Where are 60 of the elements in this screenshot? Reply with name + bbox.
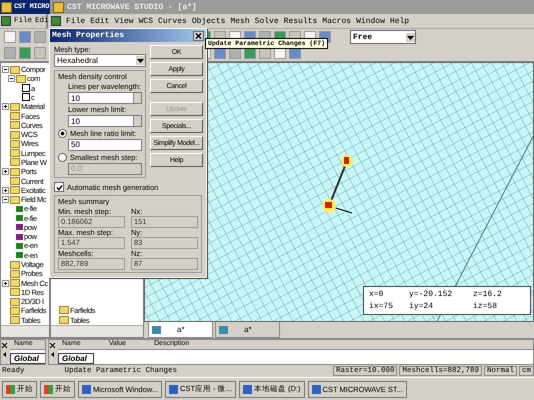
expander-icon[interactable] (2, 66, 9, 74)
coordinate-value: iy=24 (409, 302, 434, 311)
expander-icon[interactable] (8, 75, 15, 82)
window-icon (6, 384, 15, 394)
menu-item[interactable]: File (66, 16, 86, 26)
view-tab[interactable]: a* (215, 322, 280, 338)
view-icon (152, 326, 161, 334)
menu-item[interactable]: Solve (254, 16, 279, 26)
menu-item[interactable]: Window (356, 16, 385, 26)
window-icon (312, 384, 321, 394)
horizontal-scrollbar[interactable] (51, 325, 143, 337)
coordinate-value: y=-20.152 (409, 290, 454, 299)
window-icon (82, 384, 91, 394)
view-mode-dropdown[interactable]: Free (350, 30, 416, 44)
app-icon (1, 2, 12, 12)
window-icon (169, 384, 178, 394)
view-tab[interactable]: a* (148, 322, 213, 338)
sheet-tab[interactable]: Global (10, 353, 45, 364)
expander-icon[interactable] (2, 186, 9, 194)
window-icon (44, 384, 53, 394)
document-icon (1, 16, 11, 26)
radio-button[interactable] (58, 129, 67, 138)
lines-per-wavelength-field[interactable]: 10 (68, 92, 142, 104)
expander-icon[interactable] (2, 280, 9, 287)
menu-item[interactable]: Macros (322, 16, 352, 26)
menu-item[interactable]: Help (390, 16, 410, 26)
expander-icon[interactable] (2, 168, 9, 176)
menu-item[interactable]: Results (284, 16, 318, 26)
scroll-arrow-icon[interactable] (49, 351, 56, 358)
radio-button[interactable] (58, 153, 67, 162)
checkbox[interactable] (54, 182, 64, 192)
window-title: CST MICROWAVE STUDIO - [a*] (50, 0, 534, 14)
close-icon[interactable] (1, 342, 8, 349)
close-icon[interactable] (193, 30, 204, 40)
coordinate-value: ix=75 (369, 302, 394, 311)
expander-icon[interactable] (2, 196, 9, 204)
coordinate-value: x=0 (369, 290, 384, 299)
menu-item[interactable]: WCS (138, 16, 154, 26)
view-icon (219, 326, 228, 334)
dialog-title: Mesh Properties (50, 29, 206, 42)
expander-icon[interactable] (2, 103, 9, 110)
menu-item[interactable]: Edit (90, 16, 110, 26)
dropdown-arrow-icon (136, 56, 145, 65)
horizontal-scrollbar[interactable] (1, 325, 49, 337)
app-icon (53, 2, 64, 12)
lower-mesh-limit-field[interactable]: 10 (68, 115, 142, 127)
menu-item[interactable]: View (114, 16, 134, 26)
sheet-tab[interactable]: Global (58, 353, 94, 364)
menu-item[interactable]: Objects (192, 16, 226, 26)
input-field[interactable]: 50 (68, 139, 142, 151)
coordinate-value: z=16.2 (473, 290, 503, 299)
scroll-arrow-icon[interactable] (1, 351, 8, 358)
coordinate-value: iz=58 (473, 302, 498, 311)
menu-item[interactable]: Mesh (230, 16, 250, 26)
close-icon[interactable] (49, 342, 56, 349)
document-icon (51, 16, 61, 26)
window-icon (242, 384, 252, 394)
menu-item[interactable]: Curves (158, 16, 187, 26)
mesh-type-dropdown[interactable]: Hexahedral (54, 54, 146, 67)
dropdown-arrow-icon (406, 32, 415, 42)
